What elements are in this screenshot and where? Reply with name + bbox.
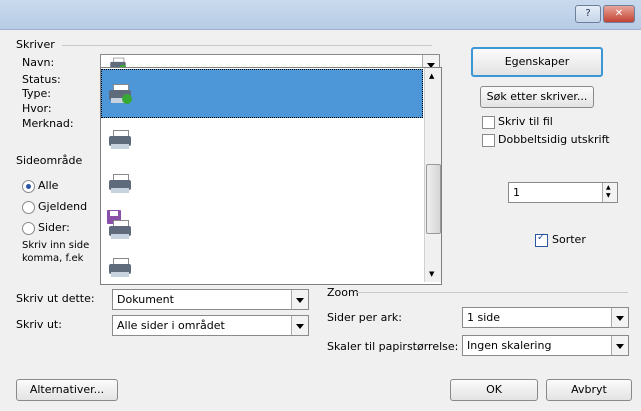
range-pages-label: Sider: — [38, 221, 70, 234]
range-group-title: Sideområde — [16, 154, 83, 167]
properties-button[interactable]: Egenskaper — [471, 47, 603, 77]
print-to-file-checkbox[interactable] — [482, 116, 495, 129]
duplex-checkbox[interactable] — [482, 134, 495, 147]
printer-icon[interactable] — [107, 128, 133, 150]
per-sheet-value: 1 side — [467, 311, 501, 324]
zoom-group-title: Zoom — [327, 286, 359, 299]
range-all-label: Alle — [38, 179, 59, 192]
print-to-file-label: Skriv til fil — [498, 115, 553, 128]
comment-label: Merknad: — [22, 117, 74, 130]
printer-group-title: Skriver — [16, 38, 55, 51]
print-what-label: Skriv ut dette: — [16, 292, 95, 305]
cancel-button[interactable]: Avbryt — [546, 379, 632, 401]
scroll-down-icon[interactable]: ▼ — [429, 270, 434, 278]
range-pages-radio[interactable] — [22, 222, 35, 235]
chevron-down-icon[interactable] — [611, 336, 628, 355]
print-mode-value: Alle sider i området — [117, 319, 225, 332]
chevron-down-icon[interactable] — [291, 290, 308, 309]
printer-icon[interactable] — [107, 256, 133, 278]
print-mode-label: Skriv ut: — [16, 318, 62, 331]
collate-checkbox[interactable]: ✓ — [535, 232, 548, 247]
type-label: Type: — [22, 87, 51, 100]
per-sheet-label: Sider per ark: — [327, 311, 402, 324]
duplex-label: Dobbeltsidig utskrift — [498, 133, 610, 146]
scrollbar-thumb[interactable] — [426, 164, 441, 234]
close-button[interactable]: ✕ — [603, 5, 635, 23]
checkmark-icon: ✓ — [537, 232, 546, 243]
chevron-down-icon[interactable] — [291, 316, 308, 335]
range-current-label: Gjeldend — [38, 200, 88, 213]
copies-value[interactable]: 1 — [513, 183, 520, 202]
range-hint-line1: Skriv inn side — [22, 240, 90, 251]
dialog-titlebar: ? ✕ — [0, 0, 641, 30]
scale-value: Ingen skalering — [467, 339, 552, 352]
find-printer-button[interactable]: Søk etter skriver... — [480, 86, 594, 108]
where-label: Hvor: — [22, 102, 52, 115]
chevron-down-icon[interactable] — [611, 308, 628, 327]
options-button[interactable]: Alternativer... — [16, 379, 118, 401]
range-current-radio[interactable] — [22, 201, 35, 214]
range-all-radio[interactable] — [22, 180, 35, 193]
list-scrollbar[interactable]: ▲ ▼ — [424, 68, 441, 282]
printer-icon[interactable] — [107, 172, 133, 194]
print-what-value: Dokument — [117, 293, 174, 306]
range-hint-line2: komma, f.ek — [22, 253, 84, 264]
printer-dropdown-list[interactable]: ▲ ▼ — [100, 67, 442, 285]
status-label: Status: — [22, 73, 61, 86]
printer-icon — [107, 82, 133, 104]
ok-button[interactable]: OK — [450, 379, 538, 401]
list-item-selected[interactable] — [101, 69, 423, 118]
print-what-combo[interactable]: Dokument — [112, 289, 309, 310]
print-mode-combo[interactable]: Alle sider i området — [112, 315, 309, 336]
collate-label: Sorter — [552, 233, 586, 246]
scale-combo[interactable]: Ingen skalering — [462, 335, 629, 356]
copies-spinner[interactable]: 1 ▲ ▼ — [508, 182, 618, 203]
scroll-up-icon[interactable]: ▲ — [429, 72, 434, 80]
printer-group-divider — [62, 45, 432, 46]
per-sheet-combo[interactable]: 1 side — [462, 307, 629, 328]
printer-icon[interactable] — [107, 218, 133, 240]
scale-label: Skaler til papirstørrelse: — [327, 340, 459, 353]
help-button[interactable]: ? — [575, 5, 601, 23]
spin-arrows-icon[interactable]: ▲ ▼ — [602, 183, 617, 202]
name-label: Navn: — [22, 56, 55, 69]
zoom-group-divider — [356, 292, 628, 293]
